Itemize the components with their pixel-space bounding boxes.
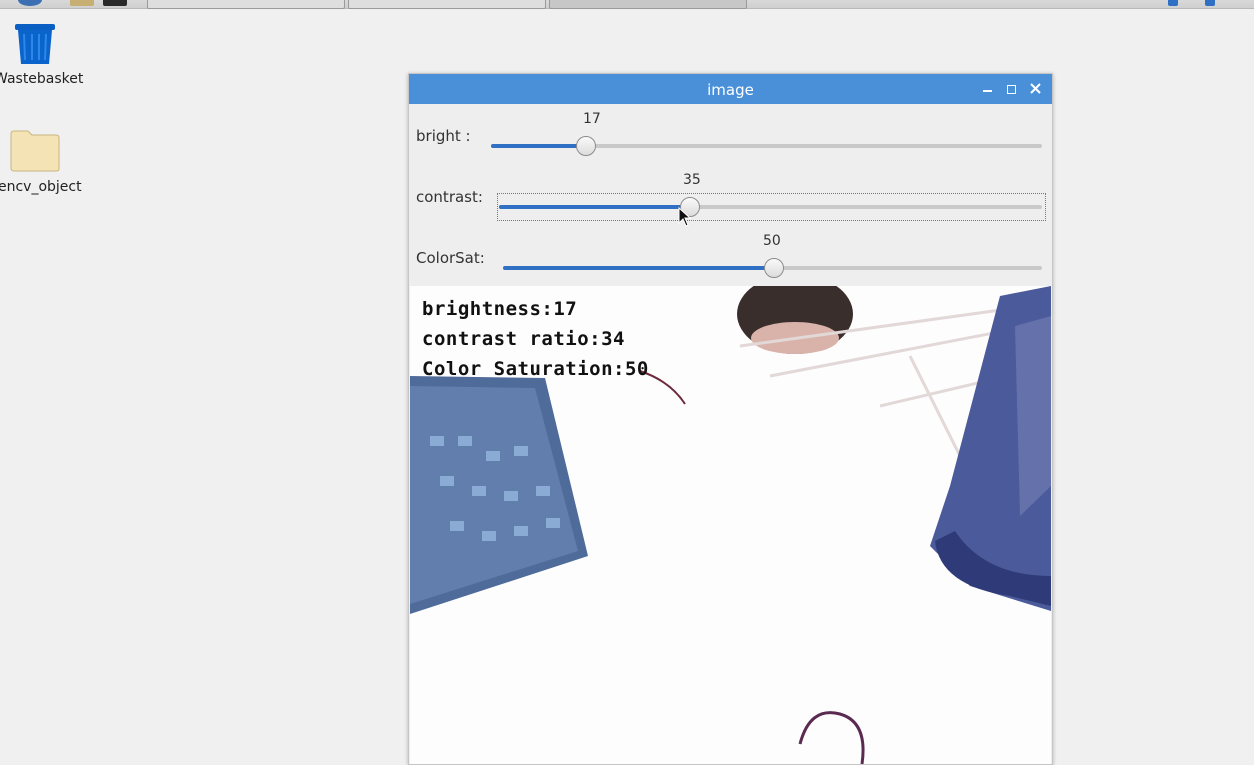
bright-slider[interactable] [491,136,1042,156]
bright-slider-fill [491,144,585,148]
bright-label: bright : [416,127,471,145]
minimize-icon [983,90,992,92]
colorsat-slider[interactable] [503,258,1042,278]
camera-image: brightness:17 contrast ratio:34 Color Sa… [410,286,1051,764]
colorsat-slider-handle[interactable] [764,258,784,278]
contrast-slider[interactable] [499,197,1042,217]
contrast-slider-fill [499,205,689,209]
taskbar-window-button-1[interactable] [147,0,345,9]
maximize-button[interactable] [1003,80,1021,98]
contrast-value: 35 [683,172,701,188]
maximize-icon [1007,85,1016,94]
contrast-label: contrast: [416,188,483,206]
close-button[interactable] [1027,80,1045,98]
overlay-brightness: brightness:17 [422,298,578,320]
window-titlebar[interactable]: image [409,74,1052,104]
taskbar [0,0,1254,9]
minimize-button[interactable] [979,78,997,96]
mouse-cursor-icon [678,207,692,227]
terminal-icon[interactable] [103,0,127,6]
wastebasket-icon [15,24,55,64]
colorsat-label: ColorSat: [416,249,485,267]
window-title: image [707,81,754,99]
globe-icon[interactable] [18,0,42,6]
colorsat-value: 50 [763,233,781,249]
bright-slider-handle[interactable] [576,136,596,156]
folder-label: encv_object [0,179,82,195]
taskbar-window-button-2[interactable] [348,0,546,9]
folder-icon [10,130,60,172]
close-icon [1030,83,1041,94]
overlay-contrast: contrast ratio:34 [422,328,625,350]
bluetooth-icon[interactable] [1168,0,1178,6]
network-icon[interactable] [1205,0,1215,6]
image-window: image bright : 17 contrast: 35 ColorSat:… [408,73,1053,765]
taskbar-window-button-3[interactable] [549,0,747,9]
colorsat-slider-fill [503,266,773,270]
overlay-saturation: Color Saturation:50 [422,358,649,380]
bright-value: 17 [583,111,601,127]
file-manager-icon[interactable] [70,0,94,6]
wastebasket-label: Wastebasket [0,71,84,87]
